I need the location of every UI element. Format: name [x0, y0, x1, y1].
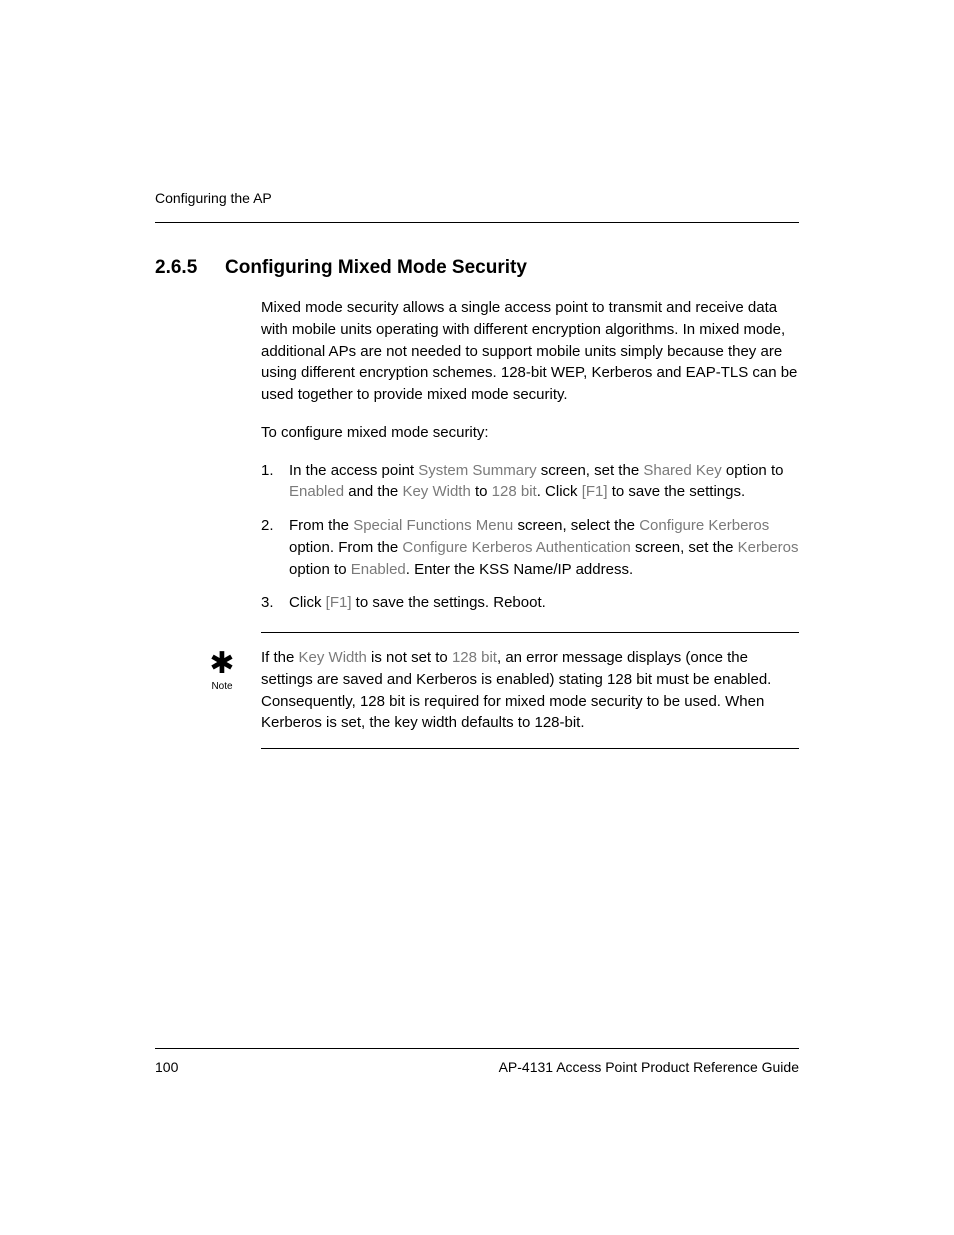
- term-shared-key: Shared Key: [643, 462, 721, 479]
- term-configure-kerberos-auth: Configure Kerberos Authentication: [402, 539, 630, 556]
- term-enabled: Enabled: [289, 483, 344, 500]
- text: to: [471, 483, 492, 500]
- footer-rule: [155, 1048, 799, 1049]
- text: In the access point: [289, 462, 418, 479]
- text: is not set to: [367, 649, 452, 666]
- text: screen, select the: [513, 517, 639, 534]
- text: to save the settings.: [608, 483, 746, 500]
- text: Click: [289, 594, 326, 611]
- text: and the: [344, 483, 402, 500]
- step-2: From the Special Functions Menu screen, …: [261, 515, 799, 580]
- term-128-bit: 128 bit: [492, 483, 537, 500]
- note-text: If the Key Width is not set to 128 bit, …: [261, 647, 799, 734]
- term-kerberos: Kerberos: [738, 539, 799, 556]
- text: . Click: [537, 483, 582, 500]
- doc-title: AP-4131 Access Point Product Reference G…: [499, 1059, 799, 1075]
- term-f1: [F1]: [582, 483, 608, 500]
- term-128-bit: 128 bit: [452, 649, 497, 666]
- step-1: In the access point System Summary scree…: [261, 460, 799, 504]
- footer: 100 AP-4131 Access Point Product Referen…: [155, 1048, 799, 1075]
- note-icon-column: ✱ Note: [201, 647, 243, 734]
- note-rule-bottom: [261, 748, 799, 749]
- lead-in: To configure mixed mode security:: [261, 422, 799, 444]
- steps-list: In the access point System Summary scree…: [261, 460, 799, 615]
- section-heading: 2.6.5 Configuring Mixed Mode Security: [155, 257, 799, 279]
- step-3: Click [F1] to save the settings. Reboot.: [261, 592, 799, 614]
- term-key-width: Key Width: [402, 483, 470, 500]
- text: option to: [289, 561, 351, 578]
- note-rule-top: [261, 632, 799, 633]
- note-area: ✱ Note If the Key Width is not set to 12…: [155, 632, 799, 749]
- note-label: Note: [201, 681, 243, 692]
- note-block: ✱ Note If the Key Width is not set to 12…: [155, 647, 799, 734]
- intro-paragraph: Mixed mode security allows a single acce…: [261, 297, 799, 406]
- term-configure-kerberos: Configure Kerberos: [639, 517, 769, 534]
- text: to save the settings. Reboot.: [352, 594, 546, 611]
- footer-row: 100 AP-4131 Access Point Product Referen…: [155, 1059, 799, 1075]
- text: . Enter the KSS Name/IP address.: [406, 561, 633, 578]
- body-column: Mixed mode security allows a single acce…: [261, 297, 799, 614]
- term-enabled: Enabled: [351, 561, 406, 578]
- text: From the: [289, 517, 353, 534]
- text: If the: [261, 649, 299, 666]
- running-header: Configuring the AP: [155, 190, 799, 206]
- page-number: 100: [155, 1059, 178, 1075]
- section-number: 2.6.5: [155, 257, 225, 279]
- section-title: Configuring Mixed Mode Security: [225, 257, 527, 279]
- text: screen, set the: [631, 539, 738, 556]
- term-key-width: Key Width: [299, 649, 367, 666]
- term-f1: [F1]: [326, 594, 352, 611]
- text: screen, set the: [537, 462, 644, 479]
- page: Configuring the AP 2.6.5 Configuring Mix…: [0, 0, 954, 749]
- text: option. From the: [289, 539, 402, 556]
- note-icon: ✱: [201, 649, 243, 679]
- text: option to: [722, 462, 784, 479]
- header-rule: [155, 222, 799, 223]
- term-special-functions-menu: Special Functions Menu: [353, 517, 513, 534]
- term-system-summary: System Summary: [418, 462, 536, 479]
